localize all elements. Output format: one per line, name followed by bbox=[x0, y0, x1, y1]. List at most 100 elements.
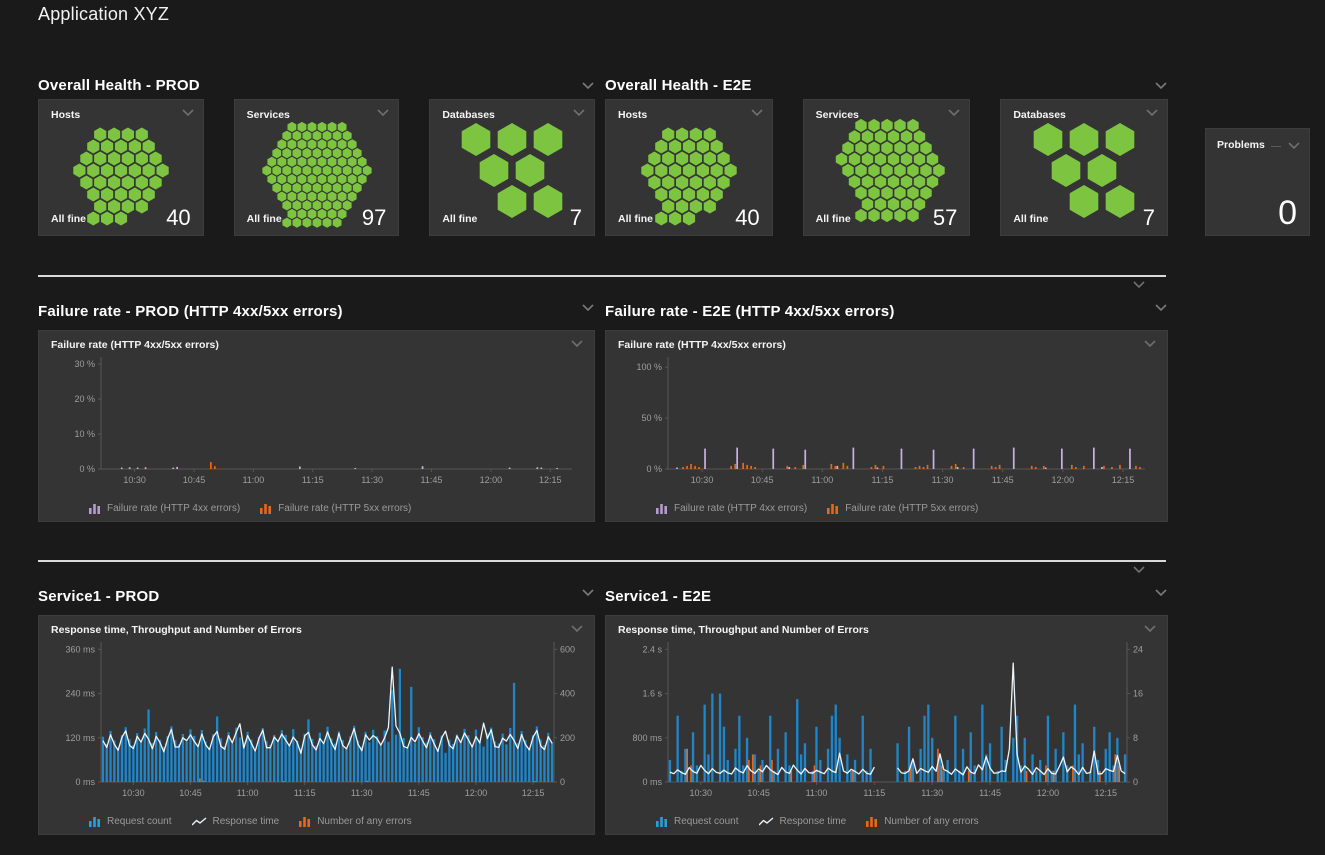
hexagon[interactable] bbox=[337, 209, 346, 219]
hexagon[interactable] bbox=[115, 140, 127, 154]
hexagon[interactable] bbox=[881, 209, 892, 222]
hexagon[interactable] bbox=[868, 119, 879, 132]
hexagon[interactable] bbox=[87, 188, 99, 202]
hexagon[interactable] bbox=[690, 176, 702, 190]
health-tile-services-e2e[interactable]: Services All fine 57 bbox=[803, 99, 971, 236]
hexagon[interactable] bbox=[1052, 154, 1081, 187]
hexagon[interactable] bbox=[690, 152, 702, 166]
hexagon[interactable] bbox=[342, 131, 351, 141]
hexagon[interactable] bbox=[894, 209, 905, 222]
hexagon[interactable] bbox=[894, 119, 905, 132]
hexagon[interactable] bbox=[690, 200, 702, 214]
hexagon[interactable] bbox=[129, 164, 141, 178]
hexagon[interactable] bbox=[101, 212, 113, 226]
hexagon[interactable] bbox=[332, 131, 341, 141]
hexagon[interactable] bbox=[855, 141, 866, 154]
hexagon[interactable] bbox=[480, 154, 509, 187]
hexagon[interactable] bbox=[933, 164, 945, 177]
hexagon[interactable] bbox=[277, 157, 286, 167]
hexagon[interactable] bbox=[322, 148, 331, 158]
hexagon[interactable] bbox=[874, 153, 885, 166]
chevron-down-icon[interactable] bbox=[570, 339, 584, 348]
hexagon[interactable] bbox=[143, 164, 155, 178]
hexagon[interactable] bbox=[347, 157, 356, 167]
hexagon[interactable] bbox=[297, 192, 306, 202]
chevron-down-icon[interactable] bbox=[1154, 81, 1168, 90]
hexagon[interactable] bbox=[462, 123, 491, 156]
hexagon[interactable] bbox=[683, 212, 695, 226]
hexagon[interactable] bbox=[868, 141, 879, 154]
hexagon[interactable] bbox=[322, 183, 331, 193]
hexagon[interactable] bbox=[342, 148, 351, 158]
hexagon[interactable] bbox=[868, 186, 879, 199]
hexagon[interactable] bbox=[136, 200, 148, 214]
hexagon[interactable] bbox=[516, 154, 545, 187]
hexagon[interactable] bbox=[907, 186, 918, 199]
hexagon[interactable] bbox=[881, 141, 892, 154]
hexagon[interactable] bbox=[317, 157, 326, 167]
failure-rate-chart-tile-e2e[interactable]: Failure rate (HTTP 4xx/5xx errors) 100 %… bbox=[605, 330, 1168, 522]
hexagon[interactable] bbox=[676, 152, 688, 166]
hexagon[interactable] bbox=[327, 209, 336, 219]
chevron-down-icon[interactable] bbox=[1154, 303, 1168, 312]
hexagon[interactable] bbox=[337, 174, 346, 184]
hexagon[interactable] bbox=[913, 130, 924, 143]
hexagon[interactable] bbox=[894, 141, 905, 154]
hexagon[interactable] bbox=[94, 152, 106, 166]
chevron-down-icon[interactable] bbox=[1143, 339, 1157, 348]
hexagon[interactable] bbox=[342, 200, 351, 210]
hexagon[interactable] bbox=[337, 192, 346, 202]
hexagon[interactable] bbox=[926, 153, 937, 166]
health-tile-hosts-prod[interactable]: Hosts All fine 40 bbox=[38, 99, 204, 236]
hexagon[interactable] bbox=[307, 192, 316, 202]
hexagon[interactable] bbox=[322, 131, 331, 141]
hexagon[interactable] bbox=[337, 157, 346, 167]
hexagon[interactable] bbox=[302, 148, 311, 158]
hexagon[interactable] bbox=[711, 164, 723, 178]
hexagon[interactable] bbox=[900, 130, 911, 143]
hexagon[interactable] bbox=[282, 131, 291, 141]
hexagon[interactable] bbox=[94, 176, 106, 190]
hexagon[interactable] bbox=[317, 122, 326, 132]
hexagon[interactable] bbox=[718, 152, 730, 166]
hexagon[interactable] bbox=[322, 200, 331, 210]
hexagon[interactable] bbox=[1034, 123, 1063, 156]
health-tile-databases-prod[interactable]: Databases All fine 7 bbox=[429, 99, 595, 236]
hexagon[interactable] bbox=[704, 128, 716, 142]
hexagon[interactable] bbox=[282, 148, 291, 158]
chevron-down-icon[interactable] bbox=[1145, 108, 1159, 117]
hexagon[interactable] bbox=[94, 128, 106, 142]
hexagon[interactable] bbox=[101, 188, 113, 202]
service-chart-tile-e2e[interactable]: Response time, Throughput and Number of … bbox=[605, 615, 1168, 835]
hexagon[interactable] bbox=[676, 200, 688, 214]
hexagon[interactable] bbox=[1106, 185, 1135, 218]
hexagon[interactable] bbox=[676, 176, 688, 190]
legend-item[interactable]: Failure rate (HTTP 4xx errors) bbox=[89, 503, 240, 514]
health-tile-databases-e2e[interactable]: Databases All fine 7 bbox=[1000, 99, 1168, 236]
chevron-down-icon[interactable] bbox=[1154, 588, 1168, 597]
hexagon[interactable] bbox=[711, 188, 723, 202]
chevron-down-icon[interactable] bbox=[181, 108, 195, 117]
hexagon[interactable] bbox=[267, 174, 276, 184]
hexagon[interactable] bbox=[302, 218, 311, 228]
hexagon[interactable] bbox=[143, 140, 155, 154]
hexagon[interactable] bbox=[282, 200, 291, 210]
hexagon[interactable] bbox=[498, 185, 527, 218]
hexagon[interactable] bbox=[287, 122, 296, 132]
hexagon[interactable] bbox=[868, 164, 879, 177]
hexagon[interactable] bbox=[855, 209, 866, 222]
hexagon[interactable] bbox=[842, 141, 853, 154]
hexagon[interactable] bbox=[697, 140, 709, 154]
hexagon[interactable] bbox=[292, 183, 301, 193]
hexagon[interactable] bbox=[887, 153, 898, 166]
hexagon[interactable] bbox=[655, 188, 667, 202]
hexagon[interactable] bbox=[262, 165, 271, 175]
hexagon[interactable] bbox=[312, 148, 321, 158]
hexagon[interactable] bbox=[122, 176, 134, 190]
hexagon[interactable] bbox=[835, 153, 846, 166]
hexagon[interactable] bbox=[907, 119, 918, 132]
hexagon[interactable] bbox=[327, 157, 336, 167]
hexagon[interactable] bbox=[94, 200, 106, 214]
hexagon[interactable] bbox=[881, 186, 892, 199]
hexagon[interactable] bbox=[302, 183, 311, 193]
